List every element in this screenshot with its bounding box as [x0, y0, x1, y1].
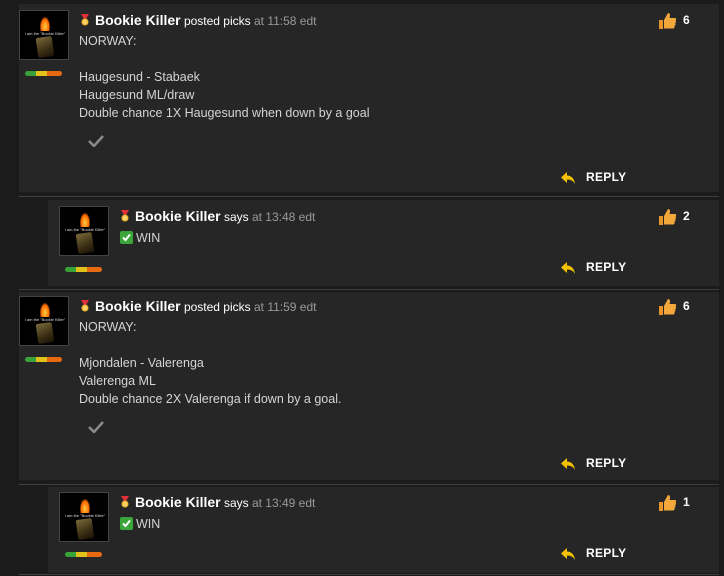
timestamp: at 13:48 edt	[251, 210, 316, 224]
username[interactable]: Bookie Killer	[95, 12, 181, 28]
username[interactable]: Bookie Killer	[135, 494, 221, 510]
reply-arrow-icon	[561, 261, 575, 274]
thumbs-up-icon[interactable]	[657, 494, 677, 512]
avatar-caption: I am the "Bookie Killer"	[64, 513, 106, 518]
post-verb: says	[223, 496, 249, 510]
separator	[19, 196, 719, 197]
reply-label: REPLY	[586, 456, 627, 470]
reply-label: REPLY	[586, 170, 627, 184]
avatar-caption: I am the "Bookie Killer"	[24, 31, 66, 36]
avatar-figure	[75, 231, 95, 255]
avatar-caption: I am the "Bookie Killer"	[24, 317, 66, 322]
reply-arrow-icon	[561, 171, 575, 184]
post-line	[79, 50, 370, 68]
like-count: 1	[683, 495, 690, 510]
reply-button[interactable]: REPLY	[560, 170, 626, 185]
post-body: WIN	[120, 515, 160, 533]
post-line: Haugesund ML/draw	[79, 88, 195, 102]
avatar-figure	[75, 517, 95, 541]
post-line: NORWAY:	[79, 34, 137, 48]
avatar-flame	[40, 303, 50, 317]
result-text: WIN	[136, 231, 161, 245]
avatar-figure	[35, 321, 55, 345]
avatar[interactable]: I am the "Bookie Killer"	[59, 492, 109, 542]
reply-label: REPLY	[586, 260, 627, 274]
green-check-box-icon	[120, 517, 133, 530]
checkmark-icon[interactable]	[88, 135, 104, 147]
user-rating-bar	[65, 267, 102, 272]
post-header: Bookie Killer posted picks at 11:59 edt	[79, 298, 316, 314]
timestamp: at 11:59 edt	[253, 300, 317, 314]
post-line: Mjondalen - Valerenga	[79, 356, 204, 370]
avatar[interactable]: I am the "Bookie Killer"	[19, 296, 69, 346]
post-header: Bookie Killer says at 13:49 edt	[119, 494, 315, 510]
medal-icon	[81, 300, 89, 312]
post-line: Valerenga ML	[79, 374, 156, 388]
reply-arrow-icon	[561, 457, 575, 470]
reply-button[interactable]: REPLY	[560, 260, 626, 275]
like-count: 2	[683, 209, 690, 224]
like-counter[interactable]: 2	[657, 208, 690, 226]
medal-icon	[121, 496, 129, 508]
thumbs-up-icon[interactable]	[657, 12, 677, 30]
user-rating-bar	[25, 71, 62, 76]
post-header: Bookie Killer says at 13:48 edt	[119, 208, 315, 224]
like-counter[interactable]: 6	[657, 298, 690, 316]
timestamp: at 11:58 edt	[253, 14, 317, 28]
avatar-figure	[35, 35, 55, 59]
post-header: Bookie Killer posted picks at 11:58 edt	[79, 12, 316, 28]
reply-arrow-icon	[561, 547, 575, 560]
reply-button[interactable]: REPLY	[560, 546, 626, 561]
user-rating-bar	[65, 552, 102, 557]
checkmark-icon[interactable]	[88, 421, 104, 433]
post-verb: posted picks	[183, 14, 251, 28]
like-count: 6	[683, 13, 690, 28]
username[interactable]: Bookie Killer	[135, 208, 221, 224]
avatar[interactable]: I am the "Bookie Killer"	[19, 10, 69, 60]
avatar-caption: I am the "Bookie Killer"	[64, 227, 106, 232]
post-body: NORWAY: Haugesund - Stabaek Haugesund ML…	[79, 32, 370, 122]
post-verb: posted picks	[183, 300, 251, 314]
post-line: NORWAY:	[79, 320, 137, 334]
post-body: NORWAY: Mjondalen - Valerenga Valerenga …	[79, 318, 341, 408]
avatar-flame	[80, 499, 90, 513]
like-counter[interactable]: 6	[657, 12, 690, 30]
avatar-flame	[40, 17, 50, 31]
separator	[19, 289, 719, 290]
reply-button[interactable]: REPLY	[560, 456, 626, 471]
like-counter[interactable]: 1	[657, 494, 690, 512]
separator	[19, 484, 719, 485]
post-line: Double chance 2X Valerenga if down by a …	[79, 392, 342, 406]
post-line: Haugesund - Stabaek	[79, 70, 200, 84]
thumbs-up-icon[interactable]	[657, 298, 677, 316]
timestamp: at 13:49 edt	[251, 496, 316, 510]
reply-label: REPLY	[586, 546, 627, 560]
post-body: WIN	[120, 229, 160, 247]
separator	[19, 574, 719, 575]
post-verb: says	[223, 210, 249, 224]
green-check-box-icon	[120, 231, 133, 244]
avatar[interactable]: I am the "Bookie Killer"	[59, 206, 109, 256]
result-text: WIN	[136, 517, 161, 531]
medal-icon	[81, 14, 89, 26]
thumbs-up-icon[interactable]	[657, 208, 677, 226]
like-count: 6	[683, 299, 690, 314]
medal-icon	[121, 210, 129, 222]
post-line: Double chance 1X Haugesund when down by …	[79, 106, 370, 120]
post-line	[79, 336, 341, 354]
username[interactable]: Bookie Killer	[95, 298, 181, 314]
avatar-flame	[80, 213, 90, 227]
user-rating-bar	[25, 357, 62, 362]
